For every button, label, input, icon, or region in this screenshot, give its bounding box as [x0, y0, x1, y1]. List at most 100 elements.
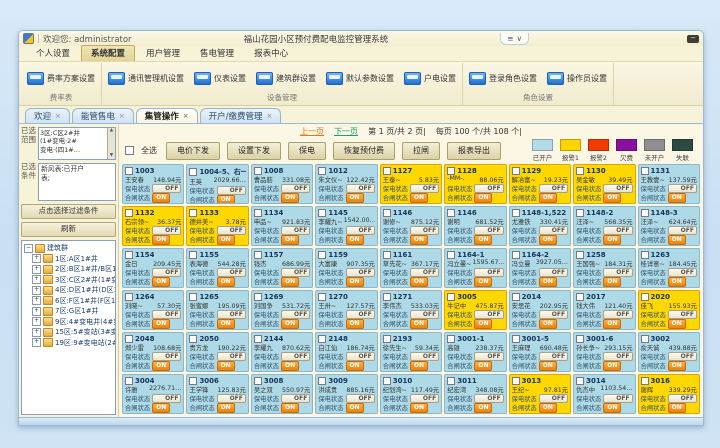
menu-item-4[interactable]: 报表中心: [245, 46, 297, 61]
supply-off-pill[interactable]: OFF: [152, 226, 181, 236]
menu-item-1[interactable]: 系统配置: [81, 45, 135, 61]
expand-icon[interactable]: +: [32, 307, 41, 316]
card-checkbox[interactable]: [254, 335, 262, 343]
menu-item-0[interactable]: 个人设置: [27, 46, 79, 61]
tree-item-4[interactable]: +6区:F区1#井(F区1#…: [24, 296, 115, 307]
scope-scrollbar[interactable]: ▲ ▼: [107, 128, 115, 159]
card-checkbox[interactable]: [318, 251, 326, 259]
card-checkbox[interactable]: [189, 335, 197, 343]
switch-on-pill[interactable]: ON: [346, 235, 364, 245]
supply-off-pill[interactable]: OFF: [668, 352, 697, 362]
card-checkbox[interactable]: [254, 293, 262, 301]
card-checkbox[interactable]: [576, 293, 584, 301]
ribbon-button-g1-2[interactable]: 建筑群设置: [253, 70, 319, 87]
switch-on-pill[interactable]: ON: [474, 361, 492, 371]
switch-on-pill[interactable]: ON: [346, 193, 364, 203]
supply-off-pill[interactable]: OFF: [217, 352, 246, 362]
card-checkbox[interactable]: [512, 335, 520, 343]
supply-off-pill[interactable]: OFF: [668, 310, 697, 320]
switch-on-pill[interactable]: ON: [281, 235, 299, 245]
switch-on-pill[interactable]: ON: [281, 193, 299, 203]
switch-on-pill[interactable]: ON: [474, 319, 492, 329]
supply-off-pill[interactable]: OFF: [281, 310, 310, 320]
expand-icon[interactable]: +: [32, 286, 41, 295]
toolbar-button-4[interactable]: 拉闸: [402, 142, 440, 160]
card-checkbox[interactable]: [512, 167, 520, 175]
card-checkbox[interactable]: [254, 209, 262, 217]
supply-off-pill[interactable]: OFF: [539, 268, 568, 278]
supply-off-pill[interactable]: OFF: [346, 184, 375, 194]
scroll-down-icon[interactable]: ▼: [110, 153, 113, 159]
expand-icon[interactable]: +: [32, 338, 41, 347]
card-checkbox[interactable]: [576, 251, 584, 259]
switch-on-pill[interactable]: ON: [217, 403, 235, 413]
card-checkbox[interactable]: [576, 167, 584, 175]
switch-on-pill[interactable]: ON: [281, 403, 299, 413]
switch-on-pill[interactable]: ON: [603, 319, 621, 329]
supply-off-pill[interactable]: OFF: [474, 310, 503, 320]
switch-on-pill[interactable]: ON: [668, 235, 686, 245]
bottom-strip[interactable]: [19, 417, 703, 425]
card-checkbox[interactable]: [125, 293, 133, 301]
card-checkbox[interactable]: [383, 167, 391, 175]
toolbar-button-1[interactable]: 设置下发: [227, 142, 281, 160]
tab-1[interactable]: 能管售电×: [72, 108, 134, 123]
card-checkbox[interactable]: [318, 293, 326, 301]
switch-on-pill[interactable]: ON: [539, 277, 557, 287]
supply-off-pill[interactable]: OFF: [474, 394, 503, 404]
supply-off-pill[interactable]: OFF: [410, 310, 439, 320]
switch-on-pill[interactable]: ON: [152, 361, 170, 371]
switch-on-pill[interactable]: ON: [217, 195, 235, 204]
supply-off-pill[interactable]: OFF: [539, 226, 568, 236]
card-checkbox[interactable]: [125, 209, 133, 217]
card-checkbox[interactable]: [447, 293, 455, 301]
supply-off-pill[interactable]: OFF: [281, 184, 310, 194]
card-checkbox[interactable]: [447, 377, 455, 385]
card-checkbox[interactable]: [318, 335, 326, 343]
supply-off-pill[interactable]: OFF: [603, 394, 632, 404]
close-tab-icon[interactable]: ×: [55, 113, 61, 120]
switch-on-pill[interactable]: ON: [410, 319, 428, 329]
supply-off-pill[interactable]: OFF: [539, 184, 568, 194]
switch-on-pill[interactable]: ON: [217, 277, 235, 287]
prev-page-link[interactable]: 上一页: [300, 126, 324, 137]
toolbar-button-5[interactable]: 报表导出: [447, 142, 501, 160]
switch-on-pill[interactable]: ON: [410, 361, 428, 371]
tree-item-5[interactable]: +7区:G区1#井: [24, 306, 115, 317]
card-checkbox[interactable]: [447, 209, 455, 217]
supply-off-pill[interactable]: OFF: [474, 184, 503, 194]
card-checkbox[interactable]: [189, 168, 197, 176]
minimize-button[interactable]: −: [687, 35, 699, 43]
expand-icon[interactable]: +: [32, 317, 41, 326]
switch-on-pill[interactable]: ON: [668, 361, 686, 371]
card-checkbox[interactable]: [576, 377, 584, 385]
tab-3[interactable]: 开户/缴费管理×: [200, 108, 282, 123]
supply-off-pill[interactable]: OFF: [346, 268, 375, 278]
card-checkbox[interactable]: [576, 335, 584, 343]
switch-on-pill[interactable]: ON: [346, 319, 364, 329]
ribbon-button-g1-1[interactable]: 仪表设置: [191, 70, 249, 87]
card-checkbox[interactable]: [254, 167, 262, 175]
supply-off-pill[interactable]: OFF: [539, 394, 568, 404]
switch-on-pill[interactable]: ON: [346, 277, 364, 287]
supply-off-pill[interactable]: OFF: [410, 268, 439, 278]
ribbon-button-g1-4[interactable]: 户电设置: [401, 70, 459, 87]
supply-off-pill[interactable]: OFF: [410, 352, 439, 362]
card-checkbox[interactable]: [254, 377, 262, 385]
card-checkbox[interactable]: [125, 377, 133, 385]
card-checkbox[interactable]: [383, 209, 391, 217]
supply-off-pill[interactable]: OFF: [281, 394, 310, 404]
card-checkbox[interactable]: [447, 251, 455, 259]
switch-on-pill[interactable]: ON: [474, 403, 492, 413]
expand-icon[interactable]: +: [32, 275, 41, 284]
ribbon-button-g1-0[interactable]: 通讯管理机设置: [105, 70, 187, 87]
toolbar-button-2[interactable]: 保电: [288, 142, 326, 160]
ribbon-button-g2-1[interactable]: 操作员设置: [544, 70, 610, 87]
switch-on-pill[interactable]: ON: [410, 235, 428, 245]
switch-on-pill[interactable]: ON: [668, 277, 686, 287]
close-tab-icon[interactable]: ×: [183, 113, 189, 120]
scroll-up-icon[interactable]: ▲: [110, 128, 113, 134]
tab-0[interactable]: 欢迎×: [25, 108, 70, 123]
close-tab-icon[interactable]: ×: [267, 113, 273, 120]
switch-on-pill[interactable]: ON: [152, 235, 170, 245]
